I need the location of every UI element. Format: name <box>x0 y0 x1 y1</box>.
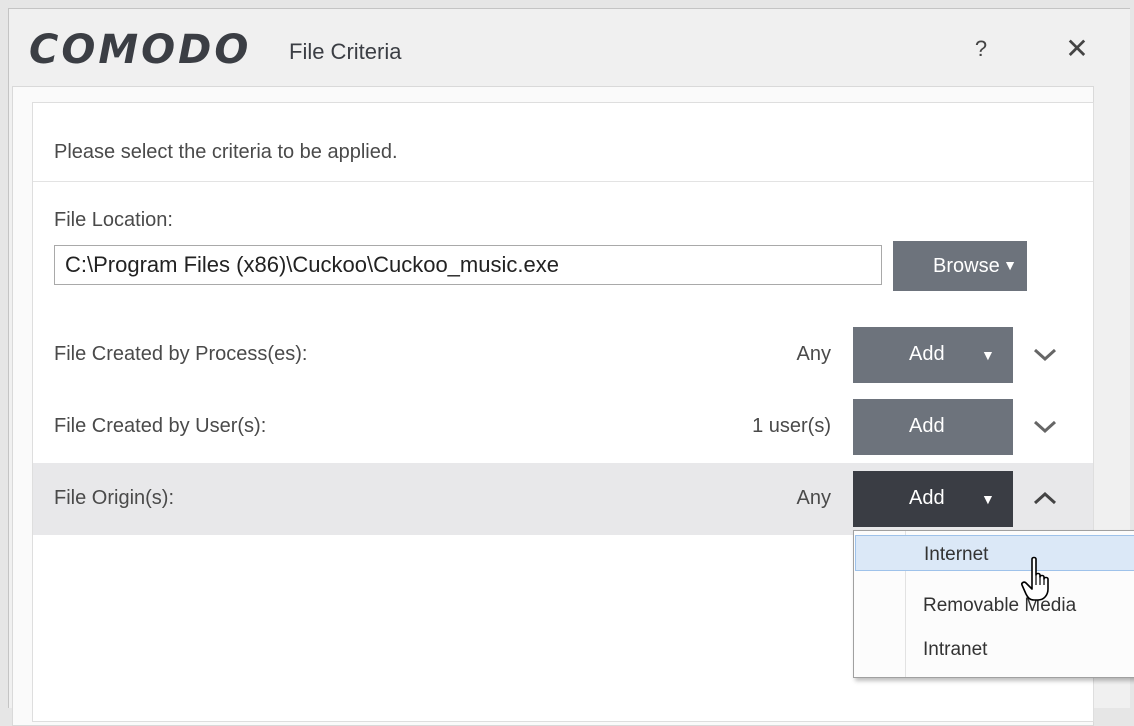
criteria-value: Any <box>796 487 831 509</box>
menu-item-label: Internet <box>924 544 989 565</box>
add-caret-icon: ▼ <box>981 491 995 507</box>
title-bar: COMODO File Criteria ? ✕ <box>9 9 1130 87</box>
instruction-text: Please select the criteria to be applied… <box>54 141 398 163</box>
help-button[interactable]: ? <box>961 29 1001 69</box>
add-button-label: Add <box>909 487 945 509</box>
add-caret-icon: ▼ <box>981 347 995 363</box>
instruction-row: Please select the criteria to be applied… <box>33 103 1093 182</box>
chevron-up-icon[interactable] <box>1030 483 1060 513</box>
browse-caret-icon: ▼ <box>1003 257 1017 273</box>
browse-button-label: Browse <box>933 255 1000 277</box>
file-location-label: File Location: <box>54 209 173 231</box>
criteria-value: Any <box>796 343 831 365</box>
comodo-logo: COMODO <box>29 27 252 73</box>
criteria-value: 1 user(s) <box>752 415 831 437</box>
criteria-label: File Created by Process(es): <box>54 343 308 365</box>
origin-dropdown-menu: Internet Removable Media Intranet <box>853 530 1134 678</box>
close-button[interactable]: ✕ <box>1057 29 1097 69</box>
chevron-down-icon[interactable] <box>1030 411 1060 441</box>
add-button-label: Add <box>909 343 945 365</box>
criteria-row-process: File Created by Process(es): Any Add ▼ <box>33 319 1093 392</box>
menu-item-internet[interactable]: Internet <box>855 535 1134 571</box>
browse-button[interactable]: Browse ▼ <box>893 241 1027 291</box>
chevron-down-icon[interactable] <box>1030 339 1060 369</box>
criteria-row-user: File Created by User(s): 1 user(s) Add <box>33 391 1093 464</box>
menu-item-intranet[interactable]: Intranet <box>855 631 1134 667</box>
criteria-label: File Origin(s): <box>54 487 175 509</box>
add-user-button[interactable]: Add <box>853 399 1013 455</box>
file-location-row: File Location: C:\Program Files (x86)\Cu… <box>33 181 1093 320</box>
hand-cursor-icon <box>1021 556 1049 601</box>
file-location-input[interactable]: C:\Program Files (x86)\Cuckoo\Cuckoo_mus… <box>54 245 882 285</box>
menu-item-label: Intranet <box>923 639 988 660</box>
menu-item-removable-media[interactable]: Removable Media <box>855 587 1134 623</box>
dialog-title: File Criteria <box>289 39 402 64</box>
add-process-button[interactable]: Add ▼ <box>853 327 1013 383</box>
add-origin-button[interactable]: Add ▼ <box>853 471 1013 527</box>
add-button-label: Add <box>909 415 945 437</box>
criteria-row-origin: File Origin(s): Any Add ▼ <box>33 463 1093 535</box>
criteria-label: File Created by User(s): <box>54 415 267 437</box>
